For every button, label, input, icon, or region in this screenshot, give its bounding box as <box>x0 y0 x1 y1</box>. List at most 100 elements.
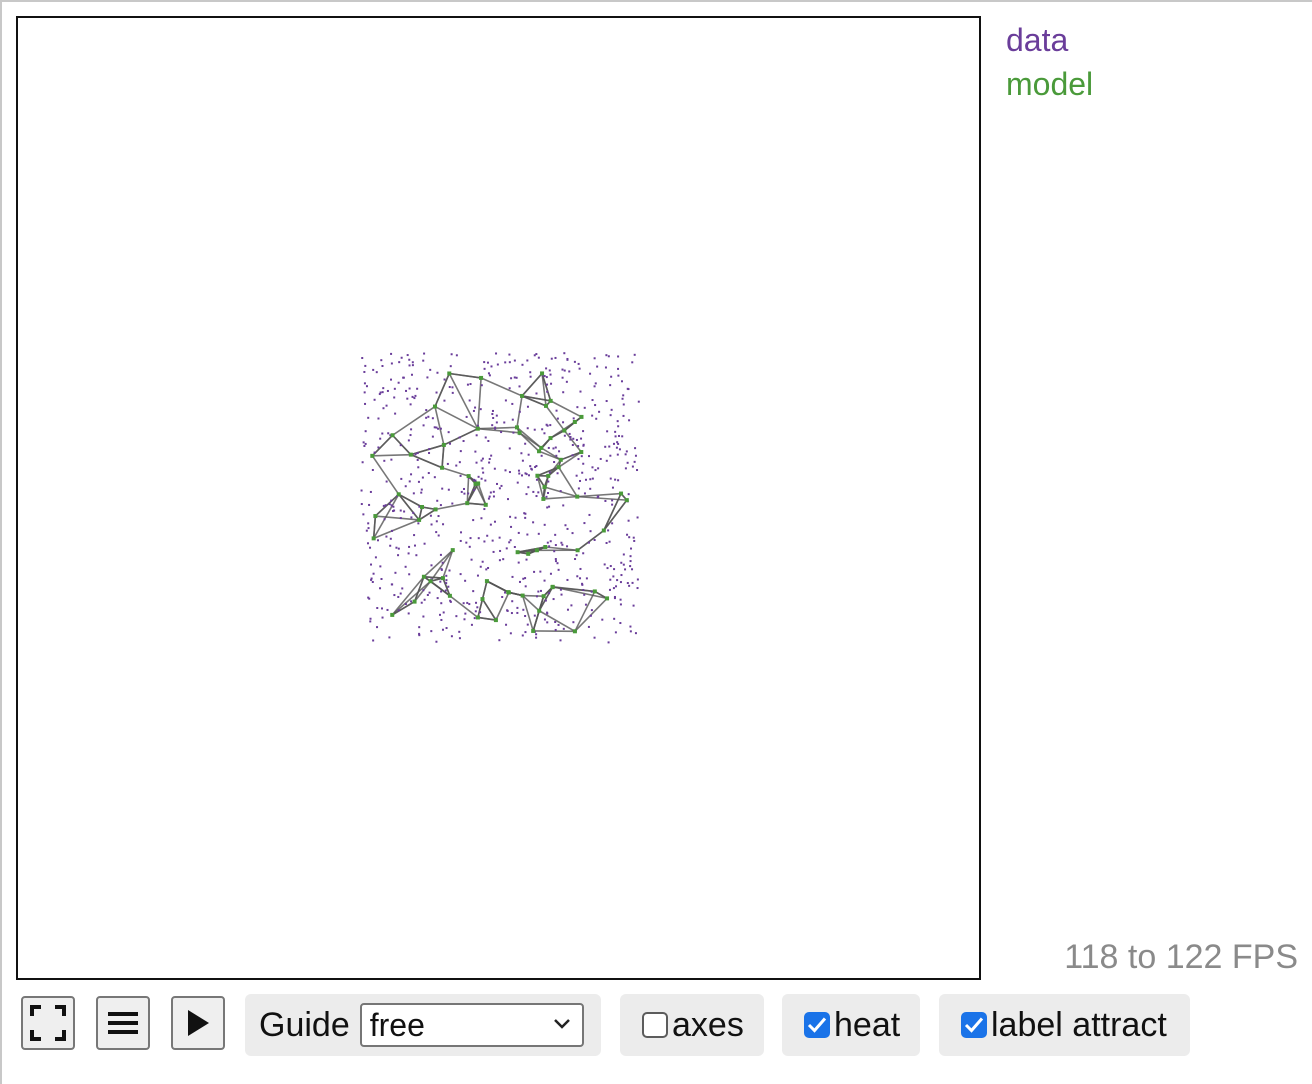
data-point <box>617 367 620 370</box>
data-point <box>470 623 473 626</box>
data-point <box>480 459 483 462</box>
menu-button[interactable] <box>96 996 150 1050</box>
data-point <box>475 434 478 437</box>
data-point <box>612 587 615 590</box>
data-point <box>448 569 451 572</box>
label-attract-checkbox[interactable] <box>961 1012 987 1038</box>
data-point <box>581 471 584 474</box>
data-point <box>413 544 416 547</box>
data-point <box>625 450 628 453</box>
data-point <box>422 359 425 362</box>
data-point <box>408 545 411 548</box>
label-attract-toggle[interactable]: label attract <box>939 994 1190 1056</box>
data-point <box>397 381 400 384</box>
axes-toggle[interactable]: axes <box>620 994 764 1056</box>
data-point <box>365 529 368 532</box>
data-point <box>458 436 461 439</box>
legend-model-label: model <box>1006 66 1094 102</box>
data-point <box>541 428 544 431</box>
data-point <box>421 476 424 479</box>
data-point <box>510 525 513 528</box>
data-point <box>479 611 482 614</box>
guide-select[interactable]: free <box>359 1003 584 1047</box>
data-point <box>508 353 511 356</box>
data-point <box>446 462 449 465</box>
data-point <box>440 568 443 571</box>
data-point <box>463 618 466 621</box>
data-point <box>511 600 514 603</box>
data-point <box>383 518 386 521</box>
data-point <box>547 446 550 449</box>
data-point <box>577 362 580 365</box>
data-point <box>435 426 438 429</box>
model-edge <box>434 406 445 446</box>
data-point <box>618 448 621 451</box>
visualization-canvas[interactable] <box>16 16 981 980</box>
data-point <box>429 514 432 517</box>
data-point <box>624 568 627 571</box>
play-button[interactable] <box>171 996 225 1050</box>
data-point <box>630 547 633 550</box>
legend-data-label: data <box>1006 22 1069 58</box>
data-point <box>619 603 622 606</box>
fps-counter: 118 to 122 FPS <box>1064 938 1298 976</box>
data-point <box>546 621 549 624</box>
model-edge <box>474 483 487 506</box>
data-point <box>508 541 511 544</box>
model-edge <box>449 595 479 619</box>
data-point <box>466 383 469 386</box>
data-point <box>521 459 524 462</box>
data-point <box>445 627 448 630</box>
data-point <box>593 357 596 360</box>
model-edge <box>532 610 540 632</box>
model-node <box>619 491 624 496</box>
data-point <box>401 587 404 590</box>
data-point <box>392 505 395 508</box>
data-point <box>554 621 557 624</box>
data-point <box>403 510 406 513</box>
data-point <box>458 630 461 633</box>
data-point <box>545 495 548 498</box>
axes-checkbox[interactable] <box>642 1012 668 1038</box>
model-edge <box>373 519 420 540</box>
scatter-graph-svg[interactable] <box>18 18 979 978</box>
data-point <box>577 445 580 448</box>
heat-checkbox[interactable] <box>804 1012 830 1038</box>
data-point <box>607 355 610 358</box>
data-point <box>566 578 569 581</box>
data-point <box>614 631 617 634</box>
model-node <box>371 536 376 541</box>
data-point <box>469 383 472 386</box>
data-point <box>487 439 490 442</box>
data-point <box>389 537 392 540</box>
data-point <box>360 489 363 492</box>
data-point <box>418 634 421 637</box>
data-point <box>535 595 538 598</box>
data-point <box>617 425 620 428</box>
data-point <box>513 545 516 548</box>
data-point <box>390 352 393 355</box>
model-node <box>417 517 422 522</box>
data-point <box>552 598 555 601</box>
model-node <box>541 594 546 599</box>
model-edge <box>519 432 540 452</box>
data-point <box>404 485 407 488</box>
data-point <box>633 353 636 356</box>
data-point <box>558 450 561 453</box>
data-point <box>485 568 488 571</box>
heat-toggle[interactable]: heat <box>782 994 920 1056</box>
data-point <box>617 442 620 445</box>
data-point <box>517 531 520 534</box>
data-point <box>382 387 385 390</box>
data-point <box>524 512 527 515</box>
fullscreen-button[interactable] <box>21 996 75 1050</box>
data-point <box>498 639 501 642</box>
model-edge <box>538 610 576 632</box>
data-point <box>436 499 439 502</box>
data-point <box>480 477 483 480</box>
data-point <box>488 457 491 460</box>
data-point <box>543 579 546 582</box>
data-point <box>427 472 430 475</box>
data-point <box>609 414 612 417</box>
data-point <box>411 395 414 398</box>
